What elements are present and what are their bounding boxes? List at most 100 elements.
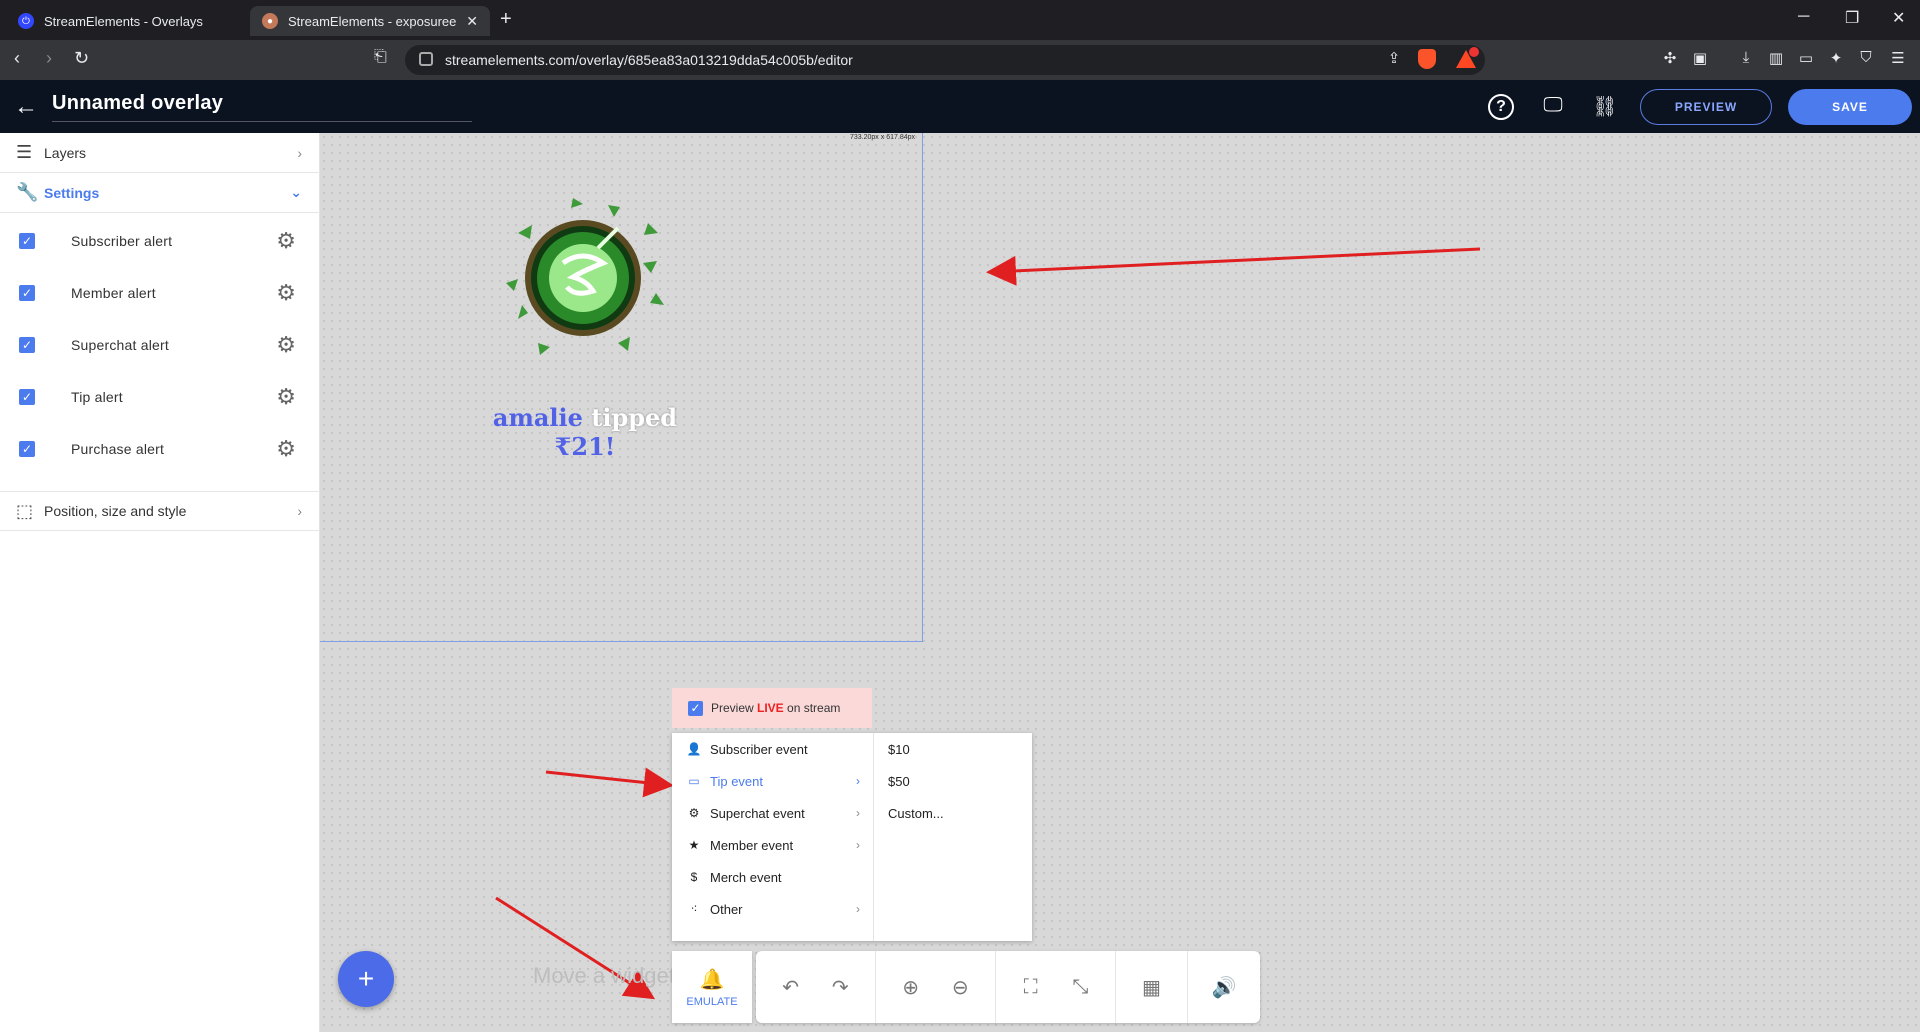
alert-row-member: ✓ Member alert ⚙	[0, 267, 320, 319]
expand-icon[interactable]: ⛶	[1016, 972, 1046, 1002]
site-info-icon[interactable]	[419, 52, 433, 66]
menu-item-tip-event[interactable]: ▭ Tip event ›	[672, 765, 874, 797]
preview-live-label: Preview LIVE on stream	[711, 701, 841, 715]
superchat-icon: ⚙	[688, 806, 700, 820]
undo-icon[interactable]: ↶	[776, 972, 806, 1002]
arrow-to-stage	[986, 247, 1481, 286]
position-size-style-row[interactable]: ⬚ Position, size and style ›	[0, 491, 320, 531]
overlay-name-input[interactable]: Unnamed overlay	[52, 92, 472, 122]
grid-group: ▦	[1116, 951, 1188, 1023]
restore-icon[interactable]: ❐	[1845, 8, 1859, 28]
tip-option-custom[interactable]: Custom...	[888, 797, 944, 829]
emulate-menu: 👤 Subscriber event ▭ Tip event › ⚙ Super…	[672, 733, 1032, 941]
gear-icon[interactable]: ⚙	[276, 280, 296, 306]
layers-icon: ☰	[16, 142, 33, 162]
star-icon: ★	[688, 838, 700, 852]
bookmark-icon[interactable]: ⎗	[374, 48, 387, 66]
chevron-down-icon: ⌄	[290, 184, 302, 200]
gear-icon[interactable]: ⚙	[276, 332, 296, 358]
sidebar-icon[interactable]: ▥	[1766, 49, 1786, 69]
dollar-icon: $	[690, 870, 698, 884]
event-list: 👤 Subscriber event ▭ Tip event › ⚙ Super…	[672, 733, 874, 941]
browser-tab-overlays[interactable]: ⏻ StreamElements - Overlays	[6, 6, 246, 36]
menu-item-member-event[interactable]: ★ Member event ›	[672, 829, 874, 861]
new-tab-icon[interactable]: +	[500, 8, 512, 31]
emulate-button[interactable]: 🔔 EMULATE	[672, 951, 752, 1023]
monitor-icon[interactable]: 🖵	[1540, 94, 1566, 120]
selection-box-icon: ⬚	[16, 500, 34, 521]
shrink-icon[interactable]: ⤡	[1065, 972, 1095, 1002]
tip-alert-checkbox[interactable]: ✓	[19, 389, 35, 405]
alert-row-superchat: ✓ Superchat alert ⚙	[0, 319, 320, 371]
tab-title: StreamElements - Overlays	[44, 13, 203, 29]
zoom-in-icon[interactable]: ⊕	[896, 972, 926, 1002]
person-add-icon: 👤	[686, 742, 702, 756]
overlay-canvas[interactable]: 733.20px x 617.84px amalie tipped ₹21! ✓…	[320, 133, 1920, 1032]
extensions-icon[interactable]: ✣	[1660, 49, 1680, 69]
chevron-right-icon: ›	[856, 774, 860, 788]
zoom-group: ⊕ ⊖	[876, 951, 996, 1023]
leo-ai-icon[interactable]: ✦	[1826, 49, 1846, 69]
purchase-alert-checkbox[interactable]: ✓	[19, 441, 35, 457]
redo-icon[interactable]: ↷	[825, 972, 855, 1002]
tab-title: StreamElements - exposureee_2...	[288, 13, 457, 29]
share-icon[interactable]: ⇪	[1384, 49, 1404, 69]
link-icon[interactable]: ⛓	[1592, 94, 1618, 120]
member-alert-checkbox[interactable]: ✓	[19, 285, 35, 301]
back-arrow-icon[interactable]: ←	[14, 93, 38, 121]
tip-option-10[interactable]: $10	[888, 733, 910, 765]
menu-item-merch-event[interactable]: $ Merch event	[672, 861, 874, 893]
emulate-label: EMULATE	[686, 995, 738, 1008]
fit-group: ⛶ ⤡	[996, 951, 1116, 1023]
screenshot-icon[interactable]: ▣	[1690, 49, 1710, 69]
volume-icon[interactable]: 🔊	[1209, 972, 1239, 1002]
menu-item-other[interactable]: ⁖ Other ›	[672, 893, 874, 925]
alert-username: amalie	[492, 403, 583, 432]
help-icon[interactable]: ?	[1488, 94, 1514, 120]
gear-icon[interactable]: ⚙	[276, 228, 296, 254]
reload-icon[interactable]: ↻	[74, 48, 89, 69]
stage-bounds: 733.20px x 617.84px amalie tipped ₹21!	[320, 133, 923, 642]
position-label: Position, size and style	[44, 503, 187, 519]
alert-label: Superchat alert	[71, 337, 169, 353]
close-window-icon[interactable]: ✕	[1892, 8, 1905, 28]
brave-shields-icon[interactable]	[1418, 49, 1436, 69]
forward-nav-icon[interactable]: ›	[46, 48, 52, 69]
download-icon[interactable]: ⤓	[1736, 49, 1756, 69]
layers-row[interactable]: ☰ Layers ›	[0, 133, 320, 173]
tip-option-50[interactable]: $50	[888, 765, 910, 797]
browser-tab-bar: ⏻ StreamElements - Overlays ● StreamElem…	[0, 0, 1920, 40]
superchat-alert-checkbox[interactable]: ✓	[19, 337, 35, 353]
bell-icon: 🔔	[699, 968, 725, 991]
minimize-icon[interactable]: ─	[1798, 8, 1809, 26]
menu-item-subscriber-event[interactable]: 👤 Subscriber event	[672, 733, 874, 765]
zoom-out-icon[interactable]: ⊖	[945, 972, 975, 1002]
notification-badge	[1469, 47, 1479, 57]
menu-item-superchat-event[interactable]: ⚙ Superchat event ›	[672, 797, 874, 829]
alert-label: Member alert	[71, 285, 156, 301]
browser-tab-editor[interactable]: ● StreamElements - exposureee_2... ✕	[250, 6, 490, 36]
gear-icon[interactable]: ⚙	[276, 436, 296, 462]
alert-amount: ₹21!	[554, 432, 616, 461]
vpn-icon[interactable]: ⛉	[1856, 49, 1876, 69]
gear-icon[interactable]: ⚙	[276, 384, 296, 410]
close-tab-icon[interactable]: ✕	[466, 13, 478, 30]
preview-live-toggle[interactable]: ✓ Preview LIVE on stream	[672, 688, 872, 728]
address-bar[interactable]: streamelements.com/overlay/685ea83a01321…	[405, 45, 1485, 75]
streamelements-favicon-icon: ●	[262, 13, 278, 29]
grid-icon[interactable]: ▦	[1137, 972, 1167, 1002]
preview-button[interactable]: PREVIEW	[1640, 89, 1772, 125]
settings-row[interactable]: 🔧 Settings ⌄	[0, 173, 320, 213]
back-nav-icon[interactable]: ‹	[14, 48, 20, 69]
wallet-icon[interactable]: ▭	[1796, 49, 1816, 69]
preview-live-checkbox[interactable]: ✓	[688, 700, 703, 716]
alert-emblem-icon[interactable]	[498, 193, 668, 363]
subscriber-alert-checkbox[interactable]: ✓	[19, 233, 35, 249]
chevron-right-icon: ›	[297, 503, 302, 519]
add-widget-button[interactable]: +	[338, 951, 394, 1007]
arrow-to-tip-event	[545, 767, 674, 798]
browser-nav-bar: ‹ › ↻ ⎗ streamelements.com/overlay/685ea…	[0, 40, 1920, 80]
menu-icon[interactable]: ☰	[1888, 49, 1908, 69]
alert-row-subscriber: ✓ Subscriber alert ⚙	[0, 215, 320, 267]
save-button[interactable]: SAVE	[1788, 89, 1912, 125]
